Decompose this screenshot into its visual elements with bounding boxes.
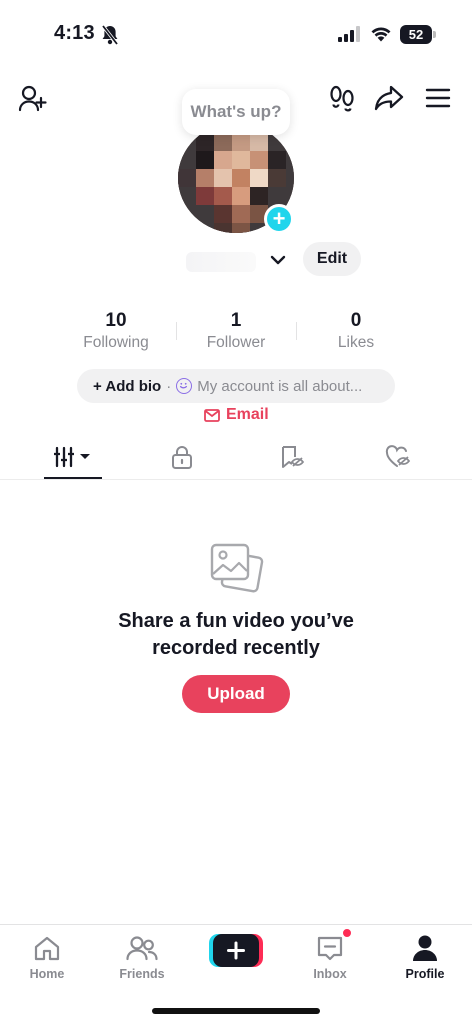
tabs-divider xyxy=(0,479,472,480)
email-link[interactable]: Email xyxy=(204,406,269,424)
bio-placeholder: My account is all about... xyxy=(197,377,363,395)
lock-icon xyxy=(172,446,192,469)
home-icon xyxy=(34,936,60,961)
battery-indicator: 52 xyxy=(400,25,436,44)
nav-home[interactable]: Home xyxy=(7,932,87,981)
wifi-icon xyxy=(370,25,392,47)
nav-friends[interactable]: Friends xyxy=(102,932,182,981)
add-bio-button[interactable]: + Add bio · My account is all about... xyxy=(77,369,395,403)
stat-label: Follower xyxy=(206,334,266,351)
nav-home-label: Home xyxy=(29,967,65,981)
status-bubble[interactable]: What's up? xyxy=(182,89,290,135)
notification-dot xyxy=(342,928,352,938)
mail-icon xyxy=(204,408,220,422)
nav-profile-label: Profile xyxy=(405,967,445,981)
status-time: 4:13 xyxy=(54,22,95,44)
stat-likes[interactable]: 0 Likes xyxy=(296,310,416,352)
upload-button[interactable]: Upload xyxy=(182,675,290,713)
add-avatar-button[interactable]: + xyxy=(264,204,294,234)
heart-icon xyxy=(385,445,411,467)
tab-private[interactable] xyxy=(162,440,202,474)
stat-value: 0 xyxy=(350,310,362,331)
stat-following[interactable]: 10 Following xyxy=(56,310,176,352)
profile-icon xyxy=(413,935,437,961)
bookmark-icon xyxy=(282,446,305,468)
stat-label: Following xyxy=(83,334,149,351)
friends-icon xyxy=(126,936,158,961)
nav-inbox-label: Inbox xyxy=(313,967,347,981)
create-button[interactable] xyxy=(209,934,263,967)
email-label: Email xyxy=(226,406,269,423)
empty-state-title: Share a fun video you’ve recorded recent… xyxy=(118,610,354,659)
tab-saved[interactable] xyxy=(272,440,312,474)
menu-icon[interactable] xyxy=(424,86,452,110)
edit-profile-button[interactable]: Edit xyxy=(303,242,361,276)
tab-liked[interactable] xyxy=(379,440,419,474)
tab-videos[interactable] xyxy=(52,440,92,474)
add-friend-icon[interactable] xyxy=(18,84,48,112)
stat-value: 10 xyxy=(105,310,127,331)
grid-icon xyxy=(54,446,90,468)
stat-value: 1 xyxy=(230,310,242,331)
stat-follower[interactable]: 1 Follower xyxy=(176,310,296,352)
home-indicator[interactable] xyxy=(152,1008,320,1014)
photos-icon xyxy=(208,541,264,598)
bio-separator: · xyxy=(166,377,172,395)
stat-label: Likes xyxy=(337,334,375,351)
nav-profile[interactable]: Profile xyxy=(385,932,465,981)
cellular-signal-icon xyxy=(338,26,362,47)
nav-friends-label: Friends xyxy=(119,967,165,981)
chevron-down-icon[interactable] xyxy=(268,250,288,275)
mute-bell-icon xyxy=(100,24,120,51)
inbox-icon xyxy=(317,936,343,961)
footprints-icon[interactable] xyxy=(328,84,356,112)
share-icon[interactable] xyxy=(374,84,404,112)
add-bio-label: + Add bio xyxy=(93,377,162,395)
nav-inbox[interactable]: Inbox xyxy=(290,928,370,981)
username-redacted xyxy=(186,252,256,272)
smile-icon xyxy=(176,378,193,394)
active-tab-indicator xyxy=(44,477,102,479)
